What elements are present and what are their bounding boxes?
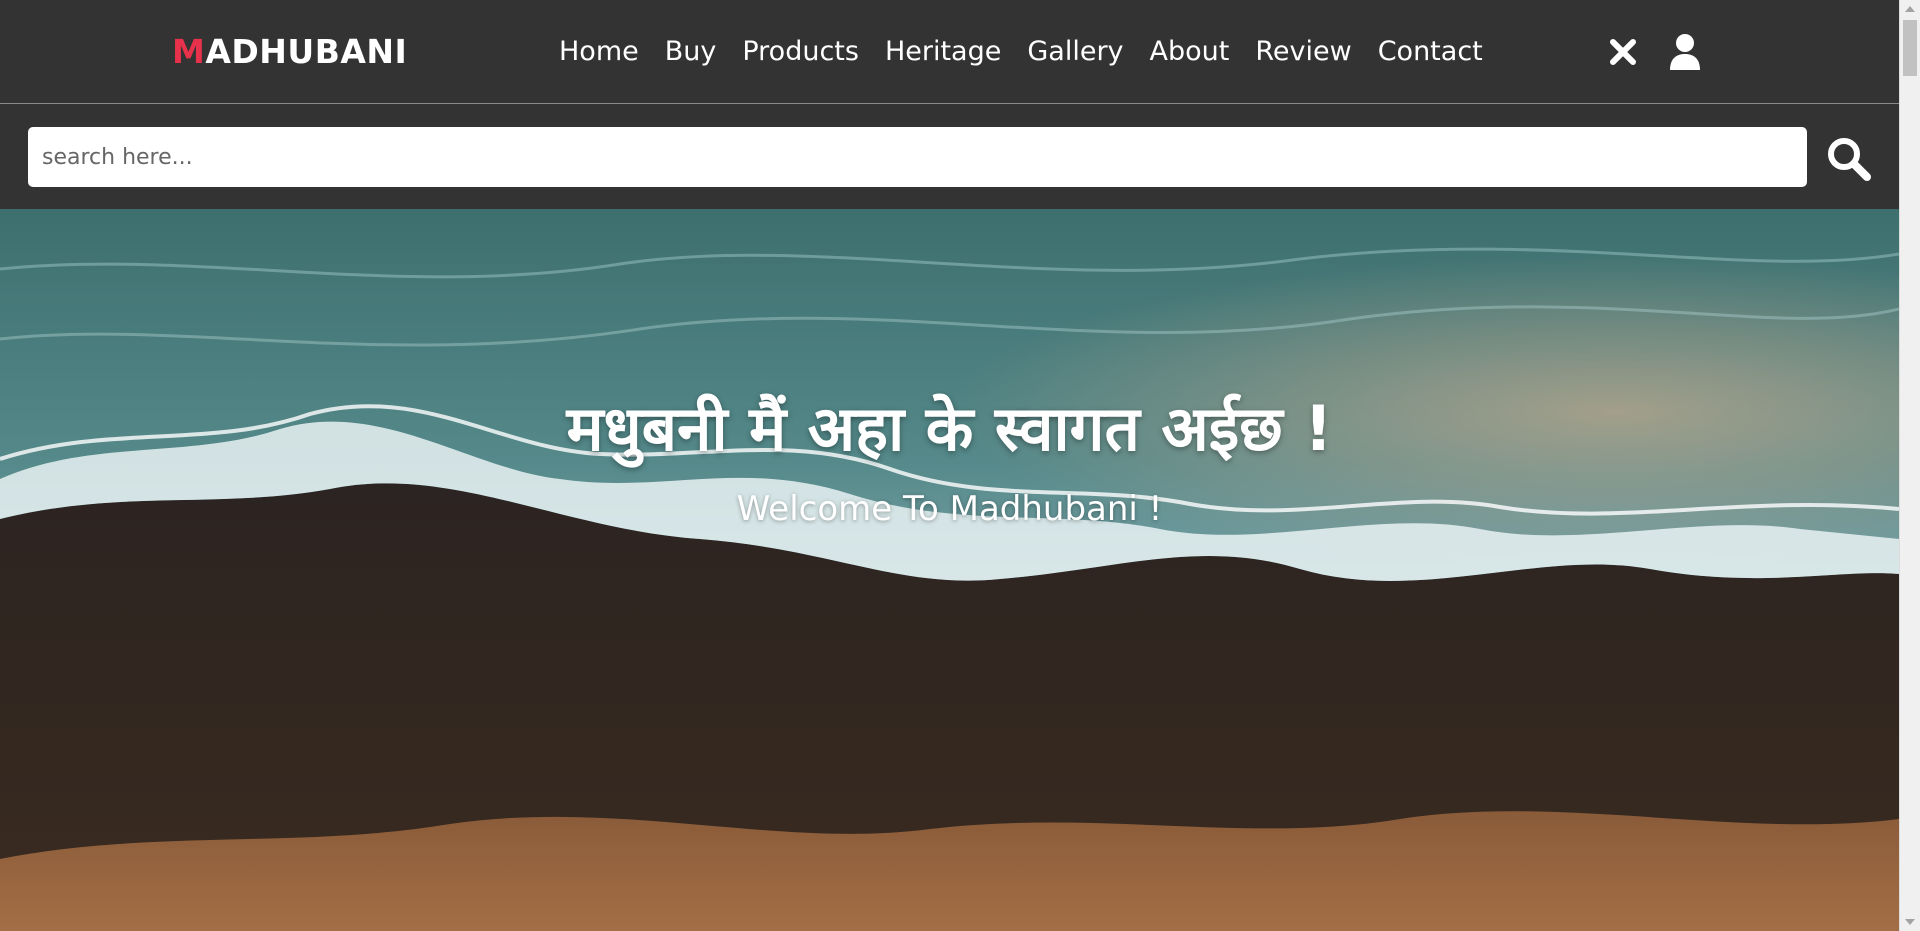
search-icon[interactable]	[1826, 136, 1872, 182]
nav-gallery[interactable]: Gallery	[1027, 30, 1123, 74]
nav-buy[interactable]: Buy	[665, 30, 717, 74]
logo[interactable]: MADHUBANI	[172, 30, 407, 74]
scroll-down-icon[interactable]	[1905, 919, 1915, 925]
search-input[interactable]	[28, 127, 1807, 187]
scroll-thumb[interactable]	[1903, 20, 1917, 76]
page: MADHUBANI Home Buy Products Heritage Gal…	[0, 0, 1920, 931]
close-icon[interactable]	[1606, 32, 1640, 72]
nav-review[interactable]: Review	[1255, 30, 1351, 74]
header: MADHUBANI Home Buy Products Heritage Gal…	[0, 0, 1899, 104]
nav-home[interactable]: Home	[559, 30, 639, 74]
nav-products[interactable]: Products	[742, 30, 859, 74]
nav-heritage[interactable]: Heritage	[885, 30, 1001, 74]
nav-contact[interactable]: Contact	[1378, 30, 1483, 74]
hero-subtitle: Welcome To Madhubani !	[736, 489, 1163, 529]
main-nav: Home Buy Products Heritage Gallery About…	[559, 30, 1509, 74]
logo-accent-letter: M	[172, 32, 206, 71]
logo-text: ADHUBANI	[205, 32, 408, 71]
vertical-scrollbar[interactable]	[1899, 0, 1920, 931]
hero-background-image	[0, 209, 1899, 931]
search-bar	[0, 104, 1899, 209]
nav-about[interactable]: About	[1150, 30, 1230, 74]
header-icons	[1606, 32, 1702, 72]
user-icon[interactable]	[1668, 32, 1702, 72]
hero-banner: मधुबनी मैं अहा के स्वागत अईछ ! Welcome T…	[0, 209, 1899, 931]
scroll-up-icon[interactable]	[1905, 6, 1915, 12]
hero-title: मधुबनी मैं अहा के स्वागत अईछ !	[566, 392, 1333, 465]
